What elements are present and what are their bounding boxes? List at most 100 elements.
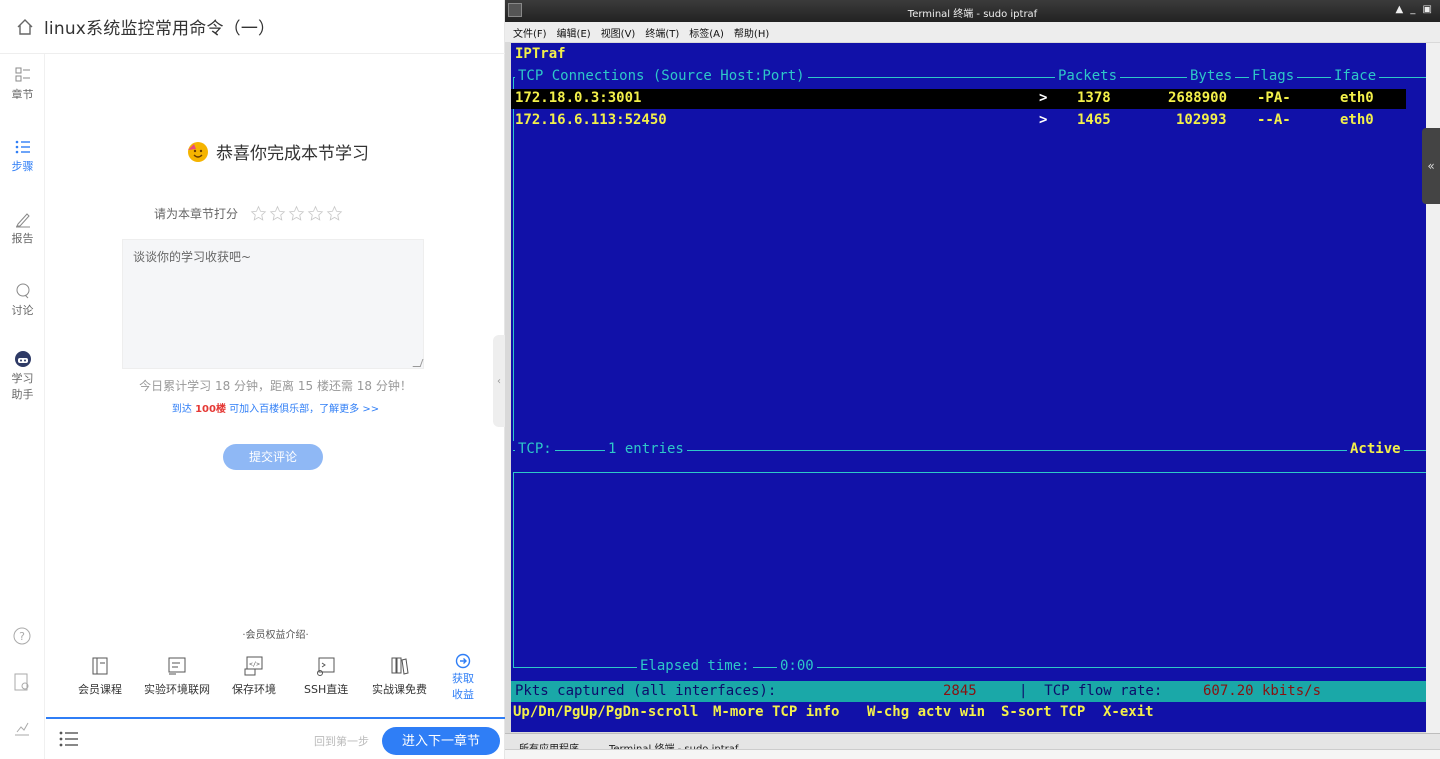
side-nav: 章节 步骤 报告 讨论 学习 助手 ? (0, 54, 45, 759)
screen-root: linux系统监控常用命令（一） 章节 步骤 报告 讨论 学习 助手 ? 恭喜你… (0, 0, 1440, 759)
star-rating (250, 205, 343, 222)
rate-label: 请为本章节打分 (154, 207, 239, 221)
benefits-row: 会员课程 实验环境联网 </> 保存环境 SSH直连 实战课免费 获取 收益 (64, 653, 484, 705)
step-footer: 回到第一步 进入下一章节 (46, 717, 505, 759)
next-chapter-button[interactable]: 进入下一章节 (382, 727, 500, 755)
benefit-label: 实战课免费 (372, 683, 427, 696)
nav-label-assistant: 学习 (11, 372, 34, 385)
help-bar: Up/Dn/PgUp/PgDn-scroll M-more TCP info W… (511, 702, 1426, 723)
minimize-icon[interactable]: _ (1410, 4, 1417, 15)
menu-view[interactable]: 视图(V) (601, 25, 636, 40)
get-benefit-label-1: 获取 (452, 672, 474, 685)
tcp-label: TCP: (515, 441, 555, 457)
flow-label: | TCP flow rate: (1019, 683, 1163, 699)
benefit-label: 实验环境联网 (144, 683, 210, 696)
menu-terminal[interactable]: 终端(T) (645, 25, 679, 40)
course-content: 恭喜你完成本节学习 请为本章节打分 今日累计学习 18 分钟，距离 15 楼还需… (46, 55, 505, 715)
benefit-label: 保存环境 (232, 683, 276, 696)
window-titlebar[interactable]: Terminal 终端 - sudo iptraf ▲ _ ▣ (505, 0, 1440, 22)
club-link[interactable]: 到达 100楼 可加入百楼俱乐部，了解更多 >> (46, 400, 505, 415)
help-exit: X-exit (1103, 704, 1154, 720)
star-icon[interactable] (288, 205, 305, 222)
maximize-icon[interactable]: ▣ (1423, 4, 1434, 15)
header-flags: Flags (1249, 68, 1298, 84)
pkts-value: 2845 (943, 683, 977, 699)
page-title: linux系统监控常用命令（一） (44, 19, 276, 39)
horizontal-scrollbar[interactable] (505, 749, 1440, 759)
help-change-window: W-chg actv win (867, 704, 986, 720)
menu-file[interactable]: 文件(F) (513, 25, 547, 40)
celebrate-icon (188, 141, 208, 162)
app-name: IPTraf (515, 46, 566, 62)
conn-iface: eth0 (1340, 112, 1374, 128)
connection-row[interactable]: 172.16.6.113:52450 > 1465 102993 --A- et… (511, 111, 1406, 131)
congrats-message: 恭喜你完成本节学习 (186, 139, 369, 164)
help-more-info: M-more TCP info (713, 704, 840, 720)
collapse-panel-handle[interactable]: ‹ (493, 335, 505, 427)
ssh-icon (317, 657, 335, 676)
books-icon (391, 657, 409, 675)
pkts-label: Pkts captured (all interfaces): (515, 683, 777, 699)
conn-bytes: 2688900 (1168, 90, 1228, 106)
iptraf-screen[interactable]: IPTraf TCP Connections (Source Host:Port… (511, 43, 1426, 732)
benefit-item[interactable]: SSH直连 (304, 655, 348, 697)
conn-flags: --A- (1257, 112, 1291, 128)
window-title: Terminal 终端 - sudo iptraf (907, 9, 1038, 20)
nav-item-report[interactable]: 报告 (0, 210, 45, 246)
conn-host: 172.18.0.3:3001 (515, 90, 642, 106)
benefit-item[interactable]: 会员课程 (78, 655, 122, 697)
feedback-icon[interactable] (12, 672, 32, 692)
star-icon[interactable] (307, 205, 324, 222)
congrats-text: 恭喜你完成本节学习 (216, 144, 369, 164)
eject-icon[interactable]: ▲ (1395, 4, 1405, 15)
tcp-entries: 1 entries (605, 441, 687, 457)
conn-direction: > (1039, 90, 1048, 106)
header-iface: Iface (1331, 68, 1380, 84)
nav-label-report: 报告 (11, 232, 34, 245)
network-icon (168, 657, 186, 675)
conn-direction: > (1039, 112, 1048, 128)
nav-item-steps[interactable]: 步骤 (0, 138, 45, 174)
star-icon[interactable] (269, 205, 286, 222)
conn-bytes: 102993 (1176, 112, 1227, 128)
menu-help[interactable]: 帮助(H) (734, 25, 769, 40)
conn-host: 172.16.6.113:52450 (515, 112, 667, 128)
club-prefix: 到达 (171, 404, 196, 415)
back-to-first-step-link[interactable]: 回到第一步 (314, 733, 369, 749)
arrow-right-circle-icon (455, 653, 471, 669)
expand-panel-handle[interactable]: « (1422, 128, 1440, 204)
submit-comment-button[interactable]: 提交评论 (223, 444, 323, 470)
discussion-icon (16, 283, 29, 299)
nav-item-chapter[interactable]: 章节 (0, 66, 45, 102)
menu-tabs[interactable]: 标签(A) (689, 25, 724, 40)
benefit-item[interactable]: 实战课免费 (372, 655, 427, 697)
help-icon[interactable]: ? (12, 626, 32, 646)
nav-item-assistant[interactable]: 学习 助手 (0, 350, 45, 402)
lower-top-border (513, 472, 1426, 473)
comment-input[interactable] (122, 239, 424, 369)
course-panel: linux系统监控常用命令（一） 章节 步骤 报告 讨论 学习 助手 ? 恭喜你… (0, 0, 505, 759)
benefit-item[interactable]: </> 保存环境 (232, 655, 276, 697)
window-controls[interactable]: ▲ _ ▣ (1395, 4, 1434, 15)
chevron-left-icon: ‹ (497, 375, 501, 387)
club-highlight: 100楼 (195, 404, 226, 415)
star-icon[interactable] (250, 205, 267, 222)
header-packets: Packets (1055, 68, 1121, 84)
assistant-icon (14, 351, 31, 367)
left-border-lower (513, 472, 514, 668)
list-icon[interactable] (58, 729, 80, 749)
nav-item-discussion[interactable]: 讨论 (0, 282, 45, 318)
star-icon[interactable] (326, 205, 343, 222)
stats-icon[interactable] (12, 718, 32, 738)
benefit-label: SSH直连 (304, 683, 349, 696)
benefits-title: ·会员权益介绍· (242, 630, 309, 641)
nav-label-assistant-2: 助手 (11, 388, 34, 401)
help-scroll: Up/Dn/PgUp/PgDn-scroll (513, 704, 699, 720)
connection-row[interactable]: 172.18.0.3:3001 > 1378 2688900 -PA- eth0 (511, 89, 1406, 109)
menu-edit[interactable]: 编辑(E) (557, 25, 591, 40)
report-icon (15, 213, 30, 228)
get-benefit-link[interactable]: 获取 收益 (452, 653, 474, 702)
benefit-item[interactable]: 实验环境联网 (144, 655, 210, 697)
active-indicator: Active (1347, 441, 1404, 457)
home-icon[interactable] (16, 18, 34, 36)
